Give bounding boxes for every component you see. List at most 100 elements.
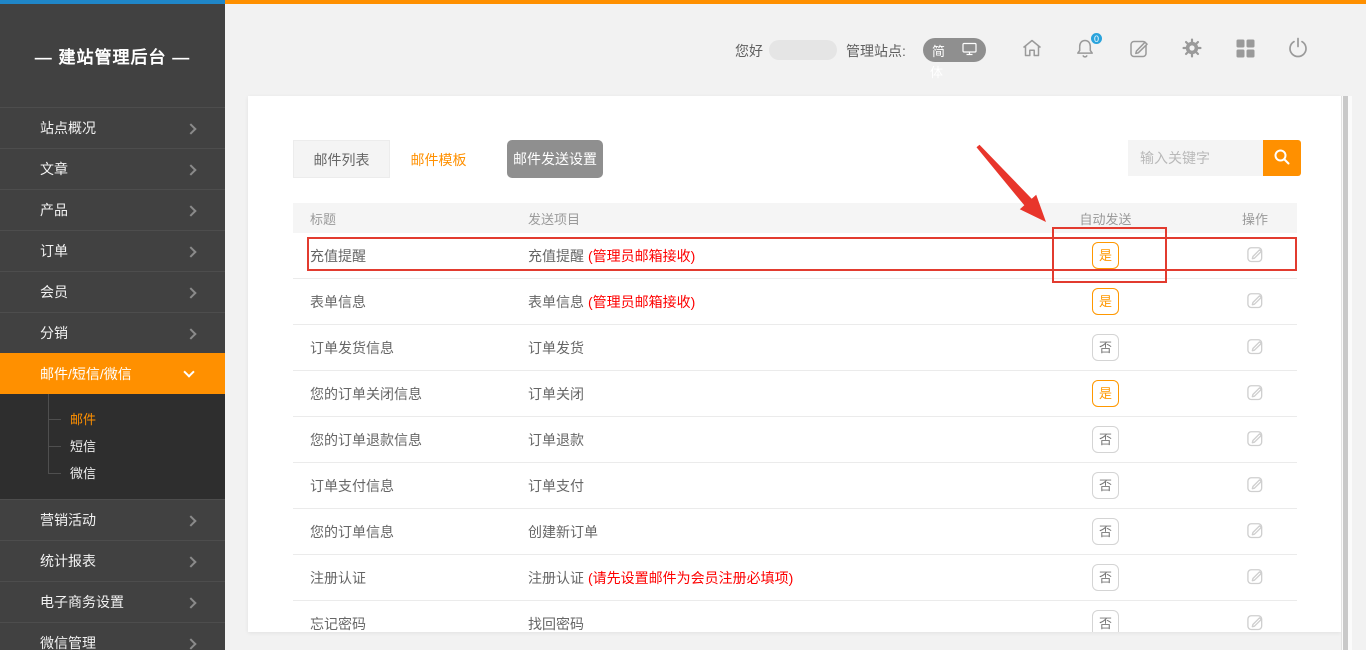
row-auto-send-cell: 否 bbox=[998, 518, 1213, 545]
chevron-right-icon bbox=[185, 515, 196, 526]
auto-send-toggle[interactable]: 是 bbox=[1092, 288, 1119, 315]
row-edit-icon[interactable] bbox=[1245, 612, 1265, 632]
chevron-right-icon bbox=[185, 246, 196, 257]
row-title: 注册认证 bbox=[293, 568, 528, 588]
auto-send-toggle[interactable]: 是 bbox=[1092, 380, 1119, 407]
greeting-label: 您好 bbox=[735, 41, 763, 61]
auto-send-toggle[interactable]: 否 bbox=[1092, 564, 1119, 591]
row-edit-icon[interactable] bbox=[1245, 290, 1265, 310]
sidebar-item-label: 邮件/短信/微信 bbox=[40, 366, 132, 382]
auto-send-toggle[interactable]: 否 bbox=[1092, 472, 1119, 499]
column-header: 自动发送 bbox=[998, 209, 1213, 228]
row-edit-icon[interactable] bbox=[1245, 474, 1265, 494]
row-edit-icon[interactable] bbox=[1245, 336, 1265, 356]
chevron-right-icon bbox=[185, 123, 196, 134]
row-auto-send-cell: 是 bbox=[998, 288, 1213, 315]
chevron-right-icon bbox=[185, 328, 196, 339]
row-title: 订单发货信息 bbox=[293, 338, 528, 358]
chevron-right-icon bbox=[185, 164, 196, 175]
sidebar-subitem-sms[interactable]: 短信 bbox=[0, 433, 225, 460]
row-title: 表单信息 bbox=[293, 292, 528, 312]
auto-send-toggle[interactable]: 否 bbox=[1092, 518, 1119, 545]
home-icon[interactable] bbox=[1020, 36, 1044, 60]
row-operation-cell bbox=[1213, 566, 1297, 589]
row-operation-cell bbox=[1213, 290, 1297, 313]
sidebar-item-site-overview[interactable]: 站点概况 bbox=[0, 107, 225, 148]
row-send-item: 订单发货 bbox=[528, 338, 998, 358]
row-operation-cell bbox=[1213, 474, 1297, 497]
sidebar-item-label: 文章 bbox=[40, 161, 68, 177]
sidebar-item-orders[interactable]: 订单 bbox=[0, 230, 225, 271]
auto-send-toggle[interactable]: 是 bbox=[1092, 242, 1119, 269]
main-panel: 邮件列表邮件模板 邮件发送设置 标题发送项目自动发送操作 充值提醒 充值提醒(管… bbox=[248, 96, 1341, 632]
row-auto-send-cell: 否 bbox=[998, 472, 1213, 499]
row-operation-cell bbox=[1213, 428, 1297, 451]
column-header: 标题 bbox=[293, 209, 528, 228]
sidebar-item-members[interactable]: 会员 bbox=[0, 271, 225, 312]
row-edit-icon[interactable] bbox=[1245, 428, 1265, 448]
mail-template-table: 标题发送项目自动发送操作 充值提醒 充值提醒(管理员邮箱接收) 是 表单信息 表… bbox=[293, 203, 1297, 632]
sidebar-item-mail-sms-wechat[interactable]: 邮件/短信/微信 bbox=[0, 353, 225, 394]
sidebar-submenu: 邮件 短信 微信 bbox=[0, 394, 225, 499]
search-button[interactable] bbox=[1263, 140, 1301, 176]
row-operation-cell bbox=[1213, 382, 1297, 405]
sidebar-item-ecommerce-settings[interactable]: 电子商务设置 bbox=[0, 581, 225, 622]
scrollbar-thumb[interactable] bbox=[1343, 96, 1348, 650]
chevron-right-icon bbox=[185, 597, 196, 608]
tab-mail-template[interactable]: 邮件模板 bbox=[390, 140, 487, 178]
row-send-item: 表单信息(管理员邮箱接收) bbox=[528, 292, 998, 312]
row-auto-send-cell: 否 bbox=[998, 334, 1213, 361]
mail-send-settings-button[interactable]: 邮件发送设置 bbox=[507, 140, 603, 178]
settings-gear-icon[interactable] bbox=[1180, 36, 1204, 60]
apps-grid-icon[interactable] bbox=[1233, 36, 1257, 60]
power-icon[interactable] bbox=[1286, 36, 1310, 60]
sidebar-subitem-wechat[interactable]: 微信 bbox=[0, 460, 225, 487]
sidebar-item-wechat-management[interactable]: 微信管理 bbox=[0, 622, 225, 650]
row-edit-icon[interactable] bbox=[1245, 520, 1265, 540]
language-label-wrap: 体 bbox=[930, 62, 943, 81]
row-edit-icon[interactable] bbox=[1245, 566, 1265, 586]
sidebar-item-marketing[interactable]: 营销活动 bbox=[0, 499, 225, 540]
row-title: 您的订单关闭信息 bbox=[293, 384, 528, 404]
language-switch-pill[interactable]: 简 bbox=[923, 38, 986, 62]
notification-badge: 0 bbox=[1089, 31, 1104, 46]
sidebar-subitem-email[interactable]: 邮件 bbox=[0, 406, 225, 433]
row-send-item: 订单退款 bbox=[528, 430, 998, 450]
row-operation-cell bbox=[1213, 612, 1297, 632]
edit-icon[interactable] bbox=[1127, 36, 1151, 60]
sidebar-item-products[interactable]: 产品 bbox=[0, 189, 225, 230]
sidebar-item-statistics[interactable]: 统计报表 bbox=[0, 540, 225, 581]
sidebar-item-articles[interactable]: 文章 bbox=[0, 148, 225, 189]
sidebar-subitem-label: 邮件 bbox=[70, 412, 96, 427]
user-name-redacted bbox=[769, 40, 837, 60]
search-input[interactable] bbox=[1128, 140, 1263, 176]
table-row: 您的订单退款信息 订单退款 否 bbox=[293, 417, 1297, 463]
table-header-row: 标题发送项目自动发送操作 bbox=[293, 203, 1297, 233]
sidebar-item-label: 订单 bbox=[40, 243, 68, 259]
page-scrollbar[interactable] bbox=[1341, 96, 1352, 650]
sidebar-item-label: 电子商务设置 bbox=[40, 594, 124, 610]
row-edit-icon[interactable] bbox=[1245, 382, 1265, 402]
row-operation-cell bbox=[1213, 244, 1297, 267]
row-auto-send-cell: 否 bbox=[998, 610, 1213, 632]
tab-bar: 邮件列表邮件模板 bbox=[293, 140, 487, 178]
auto-send-toggle[interactable]: 否 bbox=[1092, 334, 1119, 361]
search-icon bbox=[1272, 147, 1292, 170]
row-auto-send-cell: 否 bbox=[998, 564, 1213, 591]
tab-mail-list[interactable]: 邮件列表 bbox=[293, 140, 390, 178]
auto-send-toggle[interactable]: 否 bbox=[1092, 426, 1119, 453]
row-title: 您的订单退款信息 bbox=[293, 430, 528, 450]
sidebar-menu: 站点概况 文章 产品 订单 会员 分销 邮件/短信/微信 邮件 短信 微信 营销… bbox=[0, 107, 225, 650]
row-title: 充值提醒 bbox=[293, 246, 528, 266]
sidebar-item-distribution[interactable]: 分销 bbox=[0, 312, 225, 353]
auto-send-toggle[interactable]: 否 bbox=[1092, 610, 1119, 632]
table-row: 订单支付信息 订单支付 否 bbox=[293, 463, 1297, 509]
table-row: 注册认证 注册认证(请先设置邮件为会员注册必填项) 否 bbox=[293, 555, 1297, 601]
sidebar-item-label: 分销 bbox=[40, 325, 68, 341]
row-edit-icon[interactable] bbox=[1245, 244, 1265, 264]
table-row: 订单发货信息 订单发货 否 bbox=[293, 325, 1297, 371]
chevron-right-icon bbox=[185, 205, 196, 216]
row-send-item: 订单关闭 bbox=[528, 384, 998, 404]
sidebar-subitem-label: 短信 bbox=[70, 439, 96, 454]
row-note: (请先设置邮件为会员注册必填项) bbox=[588, 570, 793, 586]
